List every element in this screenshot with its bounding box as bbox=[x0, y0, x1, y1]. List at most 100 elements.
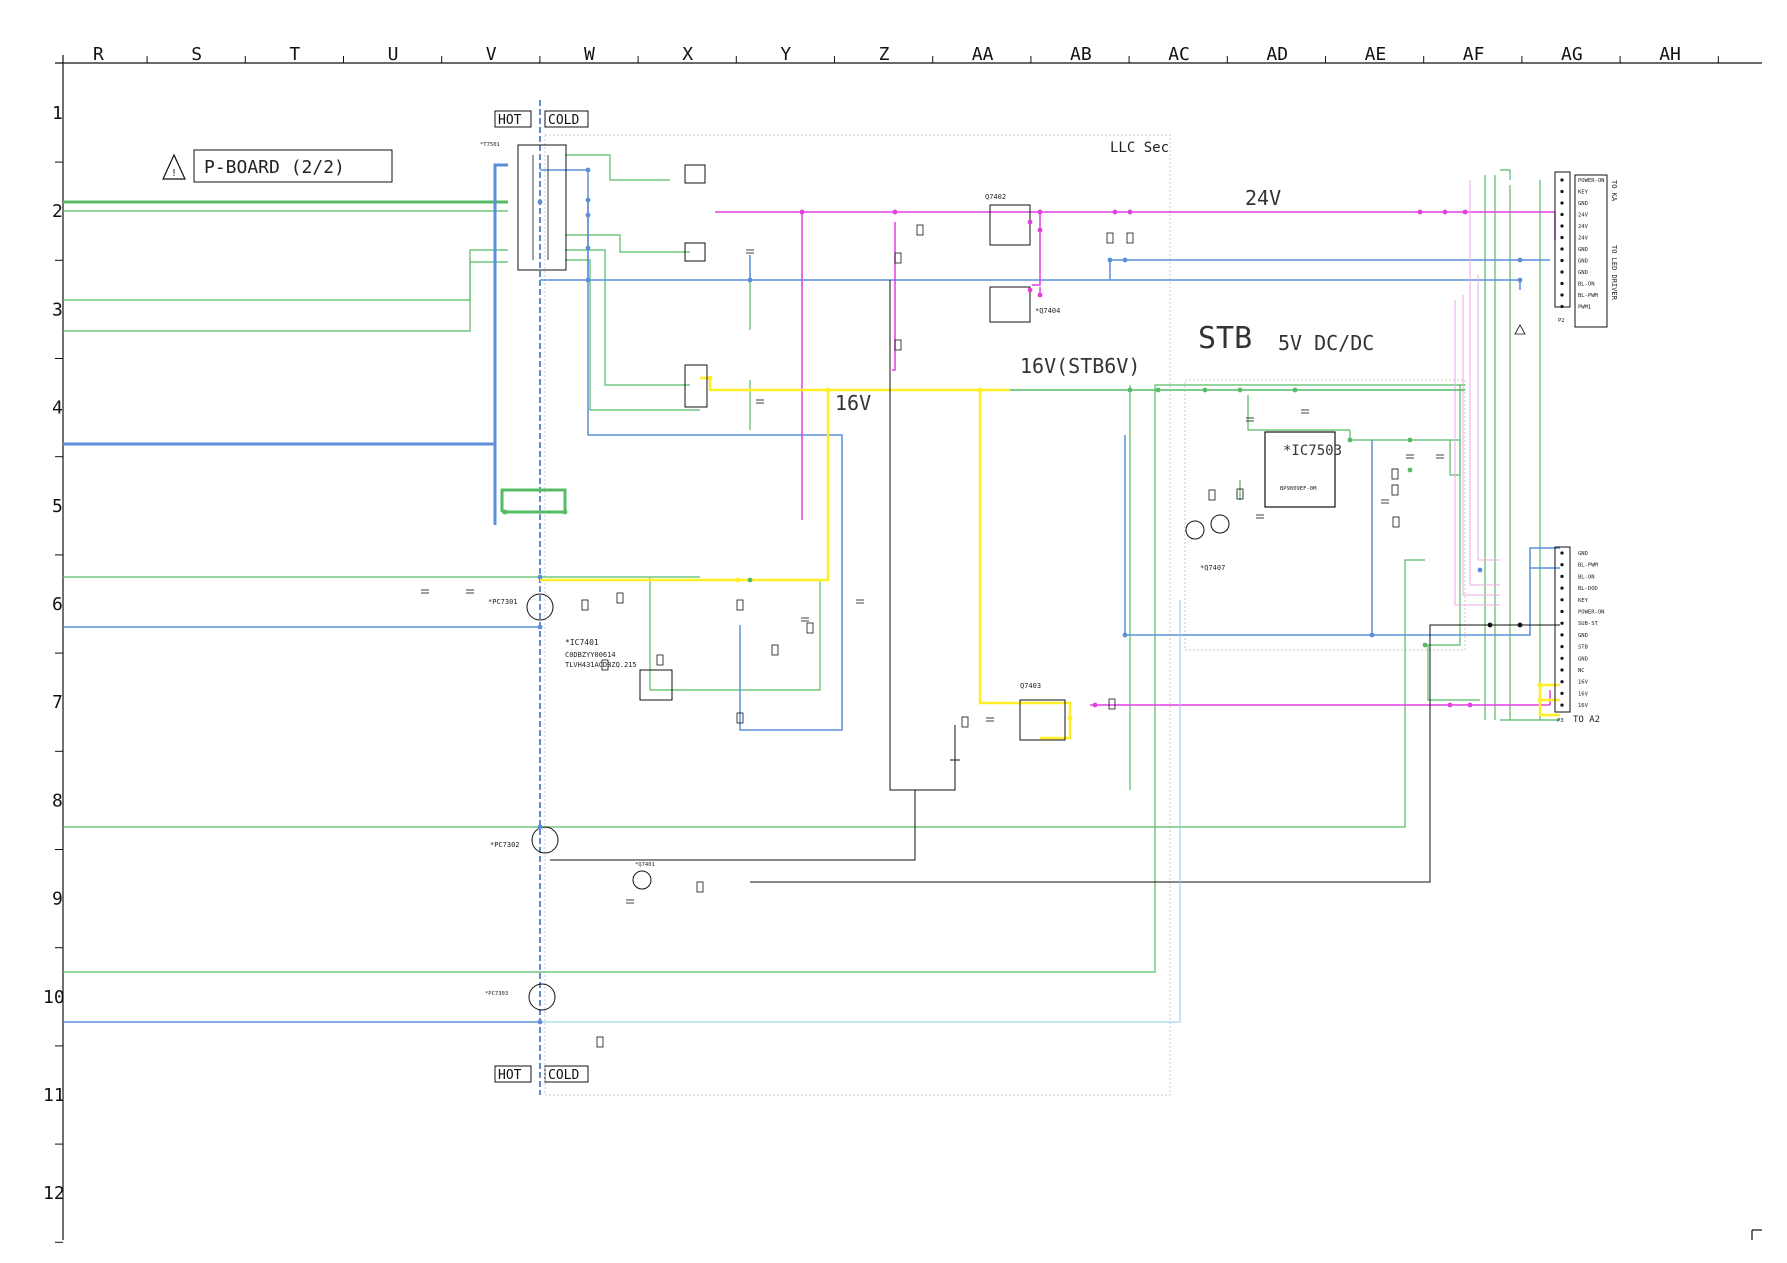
p2-pin-label: GND bbox=[1578, 247, 1588, 253]
primary-green-wires bbox=[63, 200, 540, 973]
ic7401-label: *IC7401 bbox=[565, 638, 599, 647]
junction-dots bbox=[502, 167, 1543, 1025]
to-led-driver-label: TO LED DRIVER bbox=[1610, 245, 1618, 301]
row-label-2: 2 bbox=[52, 201, 63, 222]
p3-pin bbox=[1560, 621, 1564, 625]
junction-dot bbox=[1407, 467, 1413, 473]
p2-pin bbox=[1560, 212, 1564, 217]
junction-dot bbox=[1027, 287, 1033, 293]
photocoupler-pc7302: *PC7302 bbox=[490, 826, 559, 854]
p3-pin-label: POWER-ON bbox=[1578, 610, 1605, 616]
p2-pin-label: 24V bbox=[1578, 236, 1589, 242]
junction-dot bbox=[1237, 387, 1243, 393]
p2-pin bbox=[1560, 235, 1564, 240]
stb-label: STB bbox=[1198, 321, 1252, 356]
p3-pin-label: GND bbox=[1578, 656, 1588, 662]
row-label-1: 1 bbox=[52, 103, 63, 124]
row-label-12: 12 bbox=[43, 1183, 65, 1204]
p2-pin-label: GND bbox=[1578, 270, 1588, 276]
junction-dot bbox=[1422, 642, 1428, 648]
junction-dot bbox=[1037, 227, 1043, 233]
pc7303-label: *PC7303 bbox=[485, 991, 508, 997]
p2-pin bbox=[1560, 293, 1564, 297]
hot-side-loop bbox=[500, 488, 567, 512]
column-label-af: AF bbox=[1463, 44, 1485, 65]
column-label-s: S bbox=[191, 44, 202, 65]
ic7401-part2: TLVH431ACDBZQ.215 bbox=[565, 661, 637, 669]
p3-pin bbox=[1560, 691, 1564, 696]
p3-pin-label: 16V bbox=[1578, 680, 1589, 686]
junction-dot bbox=[585, 167, 591, 173]
p3-pin-label: BL-DOD bbox=[1578, 586, 1598, 592]
junction-dot bbox=[537, 199, 543, 205]
p2-pin bbox=[1560, 189, 1564, 194]
board-title-block: ! P-BOARD (2/2) bbox=[162, 149, 393, 183]
column-labels: R S T U V W X Y Z AA AB AC AD AE AF AG AH bbox=[93, 44, 1719, 65]
p2-pin-label: POWER-ON bbox=[1578, 178, 1605, 184]
column-label-r: R bbox=[93, 44, 104, 65]
p3-pin bbox=[1560, 574, 1564, 579]
pc7302-label: *PC7302 bbox=[490, 841, 520, 849]
p3-pin bbox=[1560, 598, 1564, 602]
p2-pin-label: GND bbox=[1578, 201, 1588, 207]
junction-dot bbox=[892, 209, 898, 215]
column-label-v: V bbox=[486, 44, 497, 65]
power-board-schematic: R S T U V W X Y Z AA AB AC AD AE AF AG AH 12345678910111… bbox=[43, 44, 1762, 1243]
drawing-frame bbox=[55, 55, 1762, 1240]
mosfet-q7406 bbox=[684, 164, 706, 262]
junction-dot bbox=[1477, 567, 1483, 573]
p2-pin-label: PWM1 bbox=[1578, 305, 1591, 311]
q7403-label: Q7403 bbox=[1020, 682, 1041, 690]
junction-dot bbox=[585, 245, 591, 251]
junction-dot bbox=[537, 1019, 543, 1025]
row-label-6: 6 bbox=[52, 594, 63, 615]
row-label-10: 10 bbox=[43, 987, 65, 1008]
transformer-t7501: *T7501 bbox=[480, 142, 567, 271]
rail-16v-stb-label: 16V(STB6V) bbox=[1020, 354, 1140, 378]
p3-label: P3 bbox=[1557, 718, 1564, 724]
p3-pin-label: GND bbox=[1578, 633, 1588, 639]
junction-dot bbox=[537, 574, 543, 580]
junction-dot bbox=[585, 197, 591, 203]
column-label-ah: AH bbox=[1659, 44, 1681, 65]
junction-dot bbox=[799, 209, 805, 215]
p3-pin bbox=[1560, 703, 1564, 707]
p3-pin bbox=[1560, 563, 1564, 567]
mosfet-q7404: *Q7404 bbox=[989, 286, 1060, 323]
junction-dot bbox=[1462, 209, 1468, 215]
column-label-t: T bbox=[289, 44, 300, 65]
junction-dot bbox=[1487, 622, 1493, 628]
cold-label-top: COLD bbox=[548, 113, 579, 128]
p3-pin-label: GND bbox=[1578, 551, 1588, 557]
pink-signal-wires bbox=[1454, 180, 1500, 606]
p3-pin bbox=[1560, 645, 1564, 649]
junction-dot bbox=[1517, 257, 1523, 263]
mosfet-q7403: Q7403 bbox=[1019, 682, 1066, 741]
p3-pin-label: BL-ON bbox=[1578, 574, 1595, 580]
p2-pin bbox=[1560, 304, 1564, 309]
ic7401: *IC7401 C0DBZYY00614 TLVH431ACDBZQ.215 bbox=[565, 638, 673, 701]
row-labels: 123456789101112 bbox=[43, 103, 65, 1243]
p3-pin bbox=[1560, 656, 1564, 660]
junction-dot bbox=[735, 577, 741, 583]
ic7401-part: C0DBZYY00614 bbox=[565, 651, 616, 659]
row-label-5: 5 bbox=[52, 496, 63, 517]
p3-pin-label: NC bbox=[1578, 668, 1585, 674]
row-label-9: 9 bbox=[52, 889, 63, 910]
p3-pin bbox=[1560, 609, 1564, 614]
junction-dot bbox=[1537, 697, 1543, 703]
row-label-4: 4 bbox=[52, 398, 63, 419]
junction-dot bbox=[1417, 209, 1423, 215]
ic7503-part: BP9009EF-0M bbox=[1280, 486, 1317, 492]
hot-label-bottom: HOT bbox=[498, 1068, 522, 1083]
junction-dot bbox=[1347, 437, 1353, 443]
p3-pin bbox=[1560, 668, 1564, 672]
junction-dot bbox=[747, 277, 753, 283]
p2-pin-label: 24V bbox=[1578, 213, 1589, 219]
column-label-z: Z bbox=[879, 44, 890, 65]
p3-pin-label: 16V bbox=[1578, 703, 1589, 709]
column-label-y: Y bbox=[780, 44, 791, 65]
column-label-w: W bbox=[584, 44, 595, 65]
p2-pin bbox=[1560, 201, 1564, 205]
p3-pin-label: 16V bbox=[1578, 691, 1589, 697]
